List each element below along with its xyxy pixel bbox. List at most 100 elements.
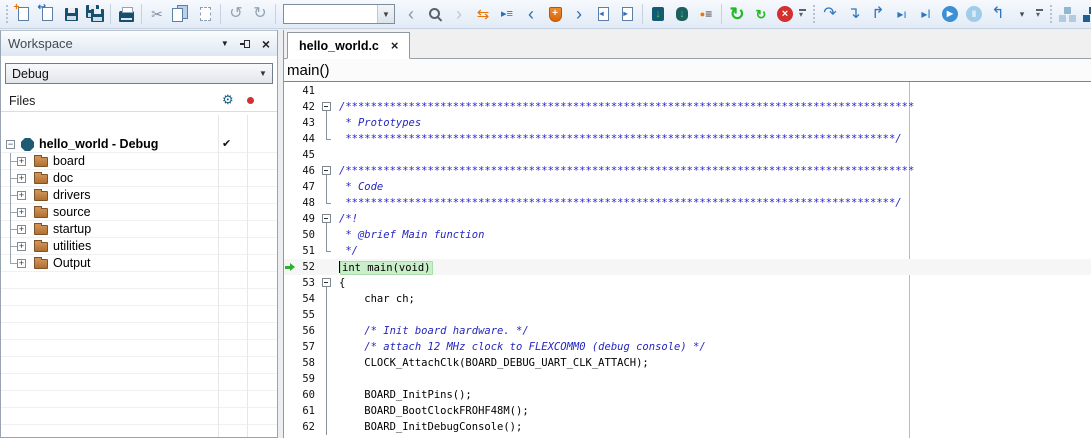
stop-debugging-button[interactable]: × xyxy=(773,2,797,26)
breakpoint-margin[interactable] xyxy=(284,227,296,243)
save-all-button[interactable] xyxy=(83,2,107,26)
breakpoint-margin[interactable] xyxy=(284,115,296,131)
breakpoint-margin[interactable] xyxy=(284,387,296,403)
reset-debugger-button[interactable]: ↰ xyxy=(986,2,1010,26)
code-line-57[interactable]: 57 /* attach 12 MHz clock to FLEXCOMM0 (… xyxy=(284,339,1091,355)
toggle-source-disassembly-button[interactable]: ⇆ xyxy=(471,2,495,26)
cut-button[interactable]: ✂ xyxy=(145,2,169,26)
expander-icon[interactable]: + xyxy=(17,191,26,200)
expander-icon[interactable]: + xyxy=(17,157,26,166)
code-line-62[interactable]: 62 BOARD_InitDebugConsole(); xyxy=(284,419,1091,435)
code-line-49[interactable]: 49/*! xyxy=(284,211,1091,227)
breakpoint-margin[interactable] xyxy=(284,371,296,387)
expander-icon[interactable]: − xyxy=(6,140,15,149)
next-statement-debug-button[interactable]: ▸ı xyxy=(890,2,914,26)
redo-button[interactable]: ↻ xyxy=(248,2,272,26)
breakpoint-margin[interactable] xyxy=(284,243,296,259)
previous-statement-button[interactable]: ◂ xyxy=(591,2,615,26)
stack-view-button[interactable] xyxy=(1055,2,1079,26)
print-button[interactable] xyxy=(114,2,138,26)
code-line-55[interactable]: 55 xyxy=(284,307,1091,323)
fold-margin[interactable] xyxy=(319,211,339,227)
debug-without-downloading-button[interactable]: ↓ xyxy=(670,2,694,26)
chevron-down-icon[interactable]: ▼ xyxy=(254,64,272,83)
tab-hello-world-c[interactable]: hello_world.c × xyxy=(287,32,410,59)
reload-button[interactable]: ↻ xyxy=(749,2,773,26)
code-line-48[interactable]: 48 *************************************… xyxy=(284,195,1091,211)
undo-button[interactable]: ↺ xyxy=(224,2,248,26)
expander-icon[interactable]: + xyxy=(17,225,26,234)
code-line-50[interactable]: 50 * @brief Main function xyxy=(284,227,1091,243)
config-selector[interactable]: Debug ▼ xyxy=(5,63,273,84)
code-line-43[interactable]: 43 * Prototypes xyxy=(284,115,1091,131)
code-line-45[interactable]: 45 xyxy=(284,147,1091,163)
breakpoint-margin[interactable] xyxy=(284,355,296,371)
expander-icon[interactable]: + xyxy=(17,242,26,251)
breakpoint-margin[interactable] xyxy=(284,275,296,291)
quick-search-combobox[interactable]: ▼ xyxy=(283,4,395,24)
tree-item-project[interactable]: −hello_world - Debug✔ xyxy=(1,136,277,153)
step-out-button[interactable]: ↱ xyxy=(866,2,890,26)
breakpoint-dot-icon[interactable] xyxy=(247,97,254,104)
target-menu-button[interactable]: ●≡ xyxy=(694,2,718,26)
breakpoint-margin[interactable] xyxy=(284,211,296,227)
paste-button[interactable] xyxy=(193,2,217,26)
navigate-forward-button[interactable]: › xyxy=(447,2,471,26)
code-line-58[interactable]: 58 CLOCK_AttachClk(BOARD_DEBUG_UART_CLK_… xyxy=(284,355,1091,371)
debug-options-dropdown[interactable]: ▾ xyxy=(1010,2,1034,26)
tree-item-drivers[interactable]: +drivers xyxy=(1,187,277,204)
code-line-51[interactable]: 51 */ xyxy=(284,243,1091,259)
next-bookmark-button[interactable]: › xyxy=(567,2,591,26)
tree-item-utilities[interactable]: +utilities xyxy=(1,238,277,255)
tab-close-icon[interactable]: × xyxy=(391,39,399,52)
execution-arrow-icon[interactable] xyxy=(284,259,296,275)
break-button[interactable]: ‖ xyxy=(962,2,986,26)
breakpoint-margin[interactable] xyxy=(284,99,296,115)
code-line-47[interactable]: 47 * Code xyxy=(284,179,1091,195)
navigate-backward-button[interactable]: ‹ xyxy=(399,2,423,26)
breakpoint-margin[interactable] xyxy=(284,195,296,211)
code-line-54[interactable]: 54 char ch; xyxy=(284,291,1091,307)
tree-item-doc[interactable]: +doc xyxy=(1,170,277,187)
step-into-button[interactable]: ↴ xyxy=(842,2,866,26)
code-line-61[interactable]: 61 BOARD_BootClockFROHF48M(); xyxy=(284,403,1091,419)
toggle-breakpoint-button[interactable]: + xyxy=(543,2,567,26)
breakpoint-margin[interactable] xyxy=(284,339,296,355)
code-line-59[interactable]: 59 xyxy=(284,371,1091,387)
copy-button[interactable] xyxy=(169,2,193,26)
breakpoint-margin[interactable] xyxy=(284,419,296,435)
code-line-46[interactable]: 46/*************************************… xyxy=(284,163,1091,179)
toolbar-overflow-button[interactable]: ▾ xyxy=(1034,4,1046,24)
fold-margin[interactable] xyxy=(319,163,339,179)
breakpoint-margin[interactable] xyxy=(284,323,296,339)
go-button[interactable]: ▶ xyxy=(938,2,962,26)
save-button[interactable] xyxy=(59,2,83,26)
code-line-52[interactable]: 52int main(void) xyxy=(284,259,1091,275)
toolbar-overflow-button[interactable]: ▾ xyxy=(797,4,809,24)
expander-icon[interactable]: + xyxy=(17,259,26,268)
workspace-close-icon[interactable]: × xyxy=(262,37,270,51)
tree-item-board[interactable]: +board xyxy=(1,153,277,170)
tree-item-output[interactable]: +Output xyxy=(1,255,277,272)
breakpoint-margin[interactable] xyxy=(284,291,296,307)
fold-margin[interactable] xyxy=(319,99,339,115)
fold-margin[interactable] xyxy=(319,275,339,291)
step-over-button[interactable]: ↷ xyxy=(818,2,842,26)
context-bar[interactable]: main() xyxy=(284,59,1091,82)
tree-item-startup[interactable]: +startup xyxy=(1,221,277,238)
pin-icon[interactable] xyxy=(240,38,251,49)
code-line-56[interactable]: 56 /* Init board hardware. */ xyxy=(284,323,1091,339)
next-statement-button[interactable]: ▸ xyxy=(615,2,639,26)
code-area[interactable]: 4142/***********************************… xyxy=(284,82,1091,438)
previous-bookmark-button[interactable]: ‹ xyxy=(519,2,543,26)
code-line-41[interactable]: 41 xyxy=(284,83,1091,99)
workspace-titlebar[interactable]: Workspace ▼ × xyxy=(1,31,277,56)
breakpoint-margin[interactable] xyxy=(284,179,296,195)
breakpoint-margin[interactable] xyxy=(284,147,296,163)
code-line-44[interactable]: 44 *************************************… xyxy=(284,131,1091,147)
settings-gear-icon[interactable]: ⚙ xyxy=(222,92,234,108)
breakpoint-margin[interactable] xyxy=(284,83,296,99)
breakpoint-margin[interactable] xyxy=(284,163,296,179)
reset-button[interactable]: ↻ xyxy=(725,2,749,26)
download-and-debug-button[interactable]: ↓ xyxy=(646,2,670,26)
